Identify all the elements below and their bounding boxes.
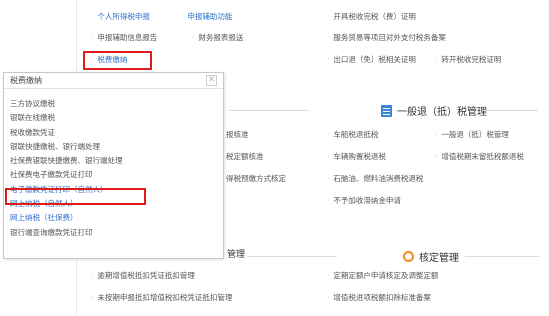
link-vehicle-purchase-refund[interactable]: · 车辆购置税退税 xyxy=(327,152,386,162)
link-vat-credit-refund[interactable]: · 增值税期末留抵税额退税 xyxy=(435,152,524,162)
close-icon[interactable]: ✕ xyxy=(206,75,217,86)
bullet-icon: · xyxy=(91,293,94,302)
bullet-icon: · xyxy=(327,271,330,280)
link-quota-adjustment[interactable]: · 定期定额户申请核定及调整定额 xyxy=(327,271,438,281)
popup-item-unionpay-quick[interactable]: 银联快捷缴税、银行端处理 xyxy=(10,140,220,154)
popup-list: 三方协议缴税 银联在线缴税 税收缴款凭证 银联快捷缴税、银行端处理 社保费银联快… xyxy=(10,97,220,240)
bullet-icon: · xyxy=(327,33,330,42)
document-icon xyxy=(381,104,392,117)
bullet-icon: · xyxy=(327,174,330,183)
link-overdue-vat-deduction[interactable]: · 逾期增值税抵扣凭证抵扣管理 xyxy=(91,271,195,281)
link-transfer-tax-certificate[interactable]: · 转开税收完税证明 xyxy=(435,55,501,65)
bullet-icon: · xyxy=(91,271,94,280)
link-unfiled-vat-deduction[interactable]: · 未按期申报抵扣增值税扣税凭证抵扣管理 xyxy=(91,293,232,303)
popup-item-social-unionpay-quick[interactable]: 社保费银联快捷缴费、银行端处理 xyxy=(10,154,220,168)
link-tax-payment-certificate[interactable]: · 开具税收完税（费）证明 xyxy=(327,12,416,22)
tax-payment-popup: 税费缴纳 ✕ 三方协议缴税 银联在线缴税 税收缴款凭证 银联快捷缴税、银行端处理… xyxy=(3,72,224,259)
section-divider xyxy=(465,256,539,257)
link-general-refund[interactable]: · 一般退（抵）税管理 xyxy=(435,130,509,140)
bullet-icon: · xyxy=(435,130,438,139)
section-divider xyxy=(483,110,538,111)
highlight-tax-payment-link xyxy=(83,51,152,70)
verification-section-header: 核定管理 xyxy=(403,249,459,264)
popup-title: 税费缴纳 xyxy=(10,76,42,85)
gear-icon xyxy=(403,251,414,262)
link-vat-input-deduction-filing[interactable]: · 增值税进项税额扣除标准备案 xyxy=(327,293,431,303)
popup-item-online-tax-social[interactable]: 网上纳税（社保费） xyxy=(10,211,220,225)
highlight-e-voucher-print xyxy=(5,188,146,205)
link-prepayment-method[interactable]: 得税预缴方式核定 xyxy=(226,174,286,184)
section-divider xyxy=(247,256,337,257)
popup-item-social-voucher-print[interactable]: 社保费电子缴款凭证打印 xyxy=(10,168,220,182)
section-header-fragment: 管理 xyxy=(227,250,246,260)
bullet-icon: · xyxy=(192,33,195,42)
link-naphtha-fuel-refund[interactable]: · 石脑油、燃料油消费税退税 xyxy=(327,174,423,184)
popup-item-bank-voucher-print[interactable]: 银行端查询缴款凭证打印 xyxy=(10,226,220,240)
bullet-icon: · xyxy=(91,33,94,42)
link-late-fee-exemption[interactable]: · 不予加收滞纳金申请 xyxy=(327,196,401,206)
bullet-icon: · xyxy=(435,55,438,64)
bullet-icon: · xyxy=(435,152,438,161)
popup-header: 税费缴纳 ✕ xyxy=(4,73,223,89)
bullet-icon: · xyxy=(327,196,330,205)
bullet-icon: · xyxy=(327,12,330,21)
page: · 个人所得税申报 · 申报辅助功能 · 开具税收完税（费）证明 · 申报辅助信息报告 … xyxy=(0,0,549,316)
bullet-icon: · xyxy=(327,55,330,64)
bullet-icon: · xyxy=(327,293,330,302)
link-financial-statements[interactable]: · 财务报表报送 xyxy=(192,33,243,43)
section-divider xyxy=(229,110,309,111)
popup-item-unionpay-online[interactable]: 银联在线缴税 xyxy=(10,111,220,125)
link-personal-income-tax-declaration[interactable]: · 个人所得税申报 xyxy=(91,12,150,22)
bullet-icon: · xyxy=(327,152,330,161)
link-quota-approval[interactable]: 税定额核准 xyxy=(226,152,264,162)
link-declaration-assist[interactable]: · 申报辅助功能 xyxy=(181,12,232,22)
link-service-trade-filing[interactable]: · 服务贸易等项目对外支付税务备案 xyxy=(327,33,446,43)
bullet-icon: · xyxy=(91,12,94,21)
link-refund-approval[interactable]: 报核准 xyxy=(226,130,249,140)
bullet-icon: · xyxy=(327,130,330,139)
link-vessel-tax-refund[interactable]: · 车船税退抵税 xyxy=(327,130,378,140)
tax-refund-section-header: 一般退（抵）税管理 xyxy=(381,103,487,118)
popup-item-payment-voucher[interactable]: 税收缴款凭证 xyxy=(10,126,220,140)
link-declaration-info-report[interactable]: · 申报辅助信息报告 xyxy=(91,33,157,43)
bullet-icon: · xyxy=(181,12,184,21)
popup-item-tripartite-payment[interactable]: 三方协议缴税 xyxy=(10,97,220,111)
link-export-refund-certificate[interactable]: · 出口退（免）税相关证明 xyxy=(327,55,416,65)
